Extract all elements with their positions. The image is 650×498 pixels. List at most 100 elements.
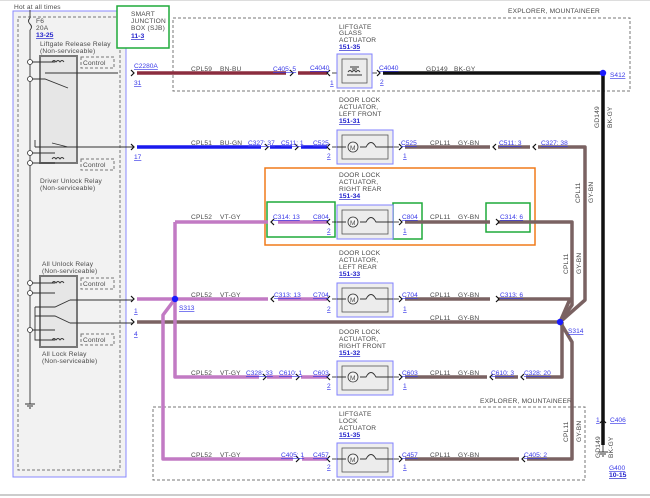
relay-pack-2 [39,275,78,348]
circuit-name-vertical: GD149 [595,436,602,458]
connector-c313-13[interactable]: C313: 13 [274,292,301,299]
pin-right[interactable]: 1 [403,306,407,313]
wire-cpl11-rr[interactable] [405,220,574,324]
connector-c327-37[interactable]: C327: 37 [248,140,275,147]
wire-cpl11-lock[interactable] [405,321,574,461]
connector-c406[interactable]: C406 [610,417,626,424]
connector-left[interactable]: C525 [313,140,329,147]
component-liftgate-glass-actuator[interactable]: LIFTGATE GLASS ACTUATOR 151-35 C4040 1 C… [310,24,399,89]
component-ref-link[interactable]: 151-33 [339,271,360,278]
pin-left[interactable]: 2 [327,383,331,390]
connector-c511-3[interactable]: C511: 3 [499,140,522,147]
fuse-rating: 20A [36,25,49,32]
option-label-bottom: EXPLORER, MOUNTAINEER [480,398,572,405]
pin-left[interactable]: 1 [330,80,334,87]
pin-left[interactable]: 2 [327,306,331,313]
circuit-name-vertical: GD149 [594,106,601,128]
pin-17[interactable]: 17 [134,154,142,161]
pin-right[interactable]: 1 [403,153,407,160]
component-ref-link[interactable]: 151-31 [339,118,360,125]
wire-gd149[interactable] [383,71,605,445]
connector-c405-5[interactable]: C405: 5 [273,66,296,73]
pin-left[interactable]: 2 [327,228,331,235]
connector-c511-1[interactable]: C511: 1 [281,140,304,147]
wiring-diagram: Hot at all times SMART JUNCTION BOX (SJB… [0,0,650,496]
pin-1[interactable]: 1 [134,308,138,315]
circuit-color: BU-GN [220,140,242,147]
component-title: DOOR LOCK [339,172,381,179]
component-title: DOOR LOCK [339,329,381,336]
pin-left[interactable]: 2 [327,464,331,471]
connector-c328-20[interactable]: C328: 20 [524,370,551,377]
fuse-ref-link[interactable]: 13-25 [36,32,54,39]
connector-left[interactable]: C603 [313,370,329,377]
splice-s313-dot[interactable] [171,295,179,303]
component-door-lock-right-rear[interactable]: DOOR LOCK ACTUATOR, RIGHT REAR 151-34 M … [313,172,418,240]
connector-c314-13[interactable]: C314: 13 [273,214,300,221]
circuit-color: GY-BN [458,140,479,147]
component-ref-link[interactable]: 151-35 [339,432,360,439]
circuit-name-vertical: CPL11 [563,421,570,442]
connector-c327-38[interactable]: C327: 38 [541,140,568,147]
splice-s313-link[interactable]: S313 [179,305,195,312]
connector-c328-33[interactable]: C328: 33 [246,370,273,377]
connector-c406-pin[interactable]: 1 [596,417,600,424]
component-door-lock-right-front[interactable]: DOOR LOCK ACTUATOR, RIGHT FRONT 151-32 M… [313,329,418,396]
relay-label-all-lock: All Lock Relay [42,351,87,358]
sjb-ref-link[interactable]: 11-3 [131,33,144,40]
connector-right[interactable]: C704 [402,292,418,299]
connector-left[interactable]: C704 [313,292,329,299]
connector-right[interactable]: C804 [402,214,418,221]
splice-s314-dot[interactable] [556,318,564,326]
wire-cpl11-rf[interactable] [405,322,564,379]
component-title: DOOR LOCK [339,97,381,104]
pin-right[interactable]: 1 [403,383,407,390]
pin-right[interactable]: 1 [403,228,407,235]
pin-31[interactable]: 31 [134,80,142,87]
connector-right[interactable]: C603 [402,370,418,377]
splice-s412-link[interactable]: S412 [610,72,626,79]
connector-c405-2[interactable]: C405: 2 [524,452,547,459]
circuit-color-vertical: BK-GY [607,106,614,128]
splice-s412-dot[interactable] [599,69,607,77]
connector-c2280a-link[interactable]: C2280A [134,63,158,70]
option-label-top: EXPLORER, MOUNTAINEER [508,8,600,15]
splice-s314-link[interactable]: S314 [568,328,584,335]
component-ref-link[interactable]: 151-35 [339,44,360,51]
pin-right[interactable]: 2 [380,79,384,86]
circuit-name: CPL59 [191,66,212,73]
connector-left[interactable]: C804 [313,214,329,221]
component-title: GLASS [339,30,362,37]
connector-right[interactable]: C525 [401,140,417,147]
component-ref-link[interactable]: 151-34 [339,193,360,200]
motor-label: M [350,457,356,464]
terminal-icon [27,59,33,65]
control-label: Control [83,162,106,169]
component-title: LEFT REAR [339,264,377,271]
connector-right[interactable]: C4040 [379,65,399,72]
pin-right[interactable]: 1 [403,464,407,471]
pin-left[interactable]: 2 [327,153,331,160]
relay-note: (Non-serviceable) [40,48,95,55]
component-ref-link[interactable]: 151-32 [339,350,360,357]
pin-4[interactable]: 4 [134,331,138,338]
component-liftgate-lock-actuator[interactable]: LIFTGATE LOCK ACTUATOR 151-35 M C457 2 C… [313,411,418,478]
hot-at-all-times-label: Hot at all times [14,4,61,11]
component-door-lock-left-rear[interactable]: DOOR LOCK ACTUATOR, LEFT REAR 151-33 M C… [313,250,418,318]
circuit-color: BK-GY [454,66,476,73]
connector-left[interactable]: C4040 [310,65,330,72]
control-label: Control [83,281,106,288]
component-title: ACTUATOR, [339,104,378,111]
ground-g400-link[interactable]: G400 [609,465,625,472]
connector-c313-6[interactable]: C313: 6 [500,292,523,299]
connector-c610-3[interactable]: C610: 3 [491,370,514,377]
terminal-icon [27,160,33,166]
component-door-lock-left-front[interactable]: DOOR LOCK ACTUATOR, LEFT FRONT 151-31 M … [313,97,417,165]
connector-left[interactable]: C457 [313,452,329,459]
connector-right[interactable]: C457 [402,452,418,459]
connector-c405-1[interactable]: C405: 1 [281,452,304,459]
connector-c314-6[interactable]: C314: 6 [500,214,523,221]
connector-c610-1[interactable]: C610: 1 [279,370,302,377]
ground-ref-link[interactable]: 10-15 [609,472,627,479]
motor-label: M [350,145,356,152]
